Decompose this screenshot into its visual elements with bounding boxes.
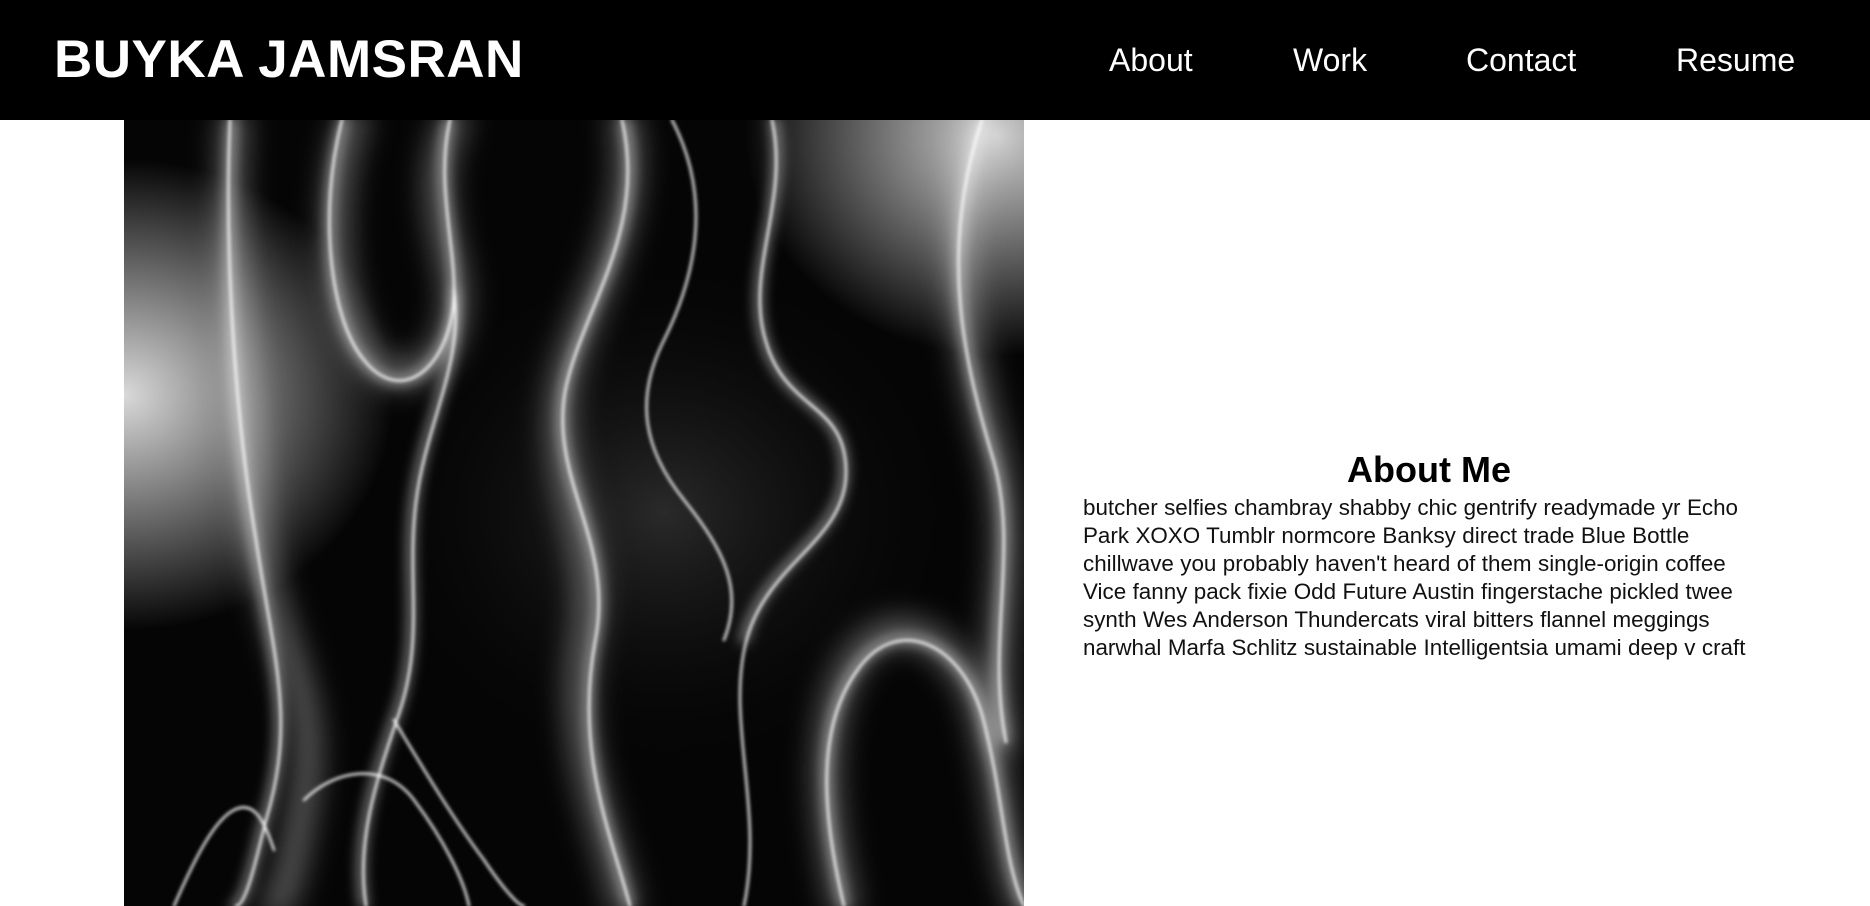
about-section: About Me butcher selfies chambray shabby… [1083,448,1775,662]
hero-image [124,120,1024,906]
nav-link-about[interactable]: About [1109,38,1193,82]
nav-link-work[interactable]: Work [1293,38,1367,82]
site-header: BUYKA JAMSRAN About Work Contact Resume [0,0,1870,120]
nav-link-contact[interactable]: Contact [1466,38,1576,82]
about-body-text: butcher selfies chambray shabby chic gen… [1083,495,1746,660]
about-title: About Me [1347,449,1511,490]
nav-link-resume[interactable]: Resume [1676,38,1795,82]
abstract-light-waves-image [124,120,1024,906]
main-nav: About Work Contact Resume [0,38,1870,82]
